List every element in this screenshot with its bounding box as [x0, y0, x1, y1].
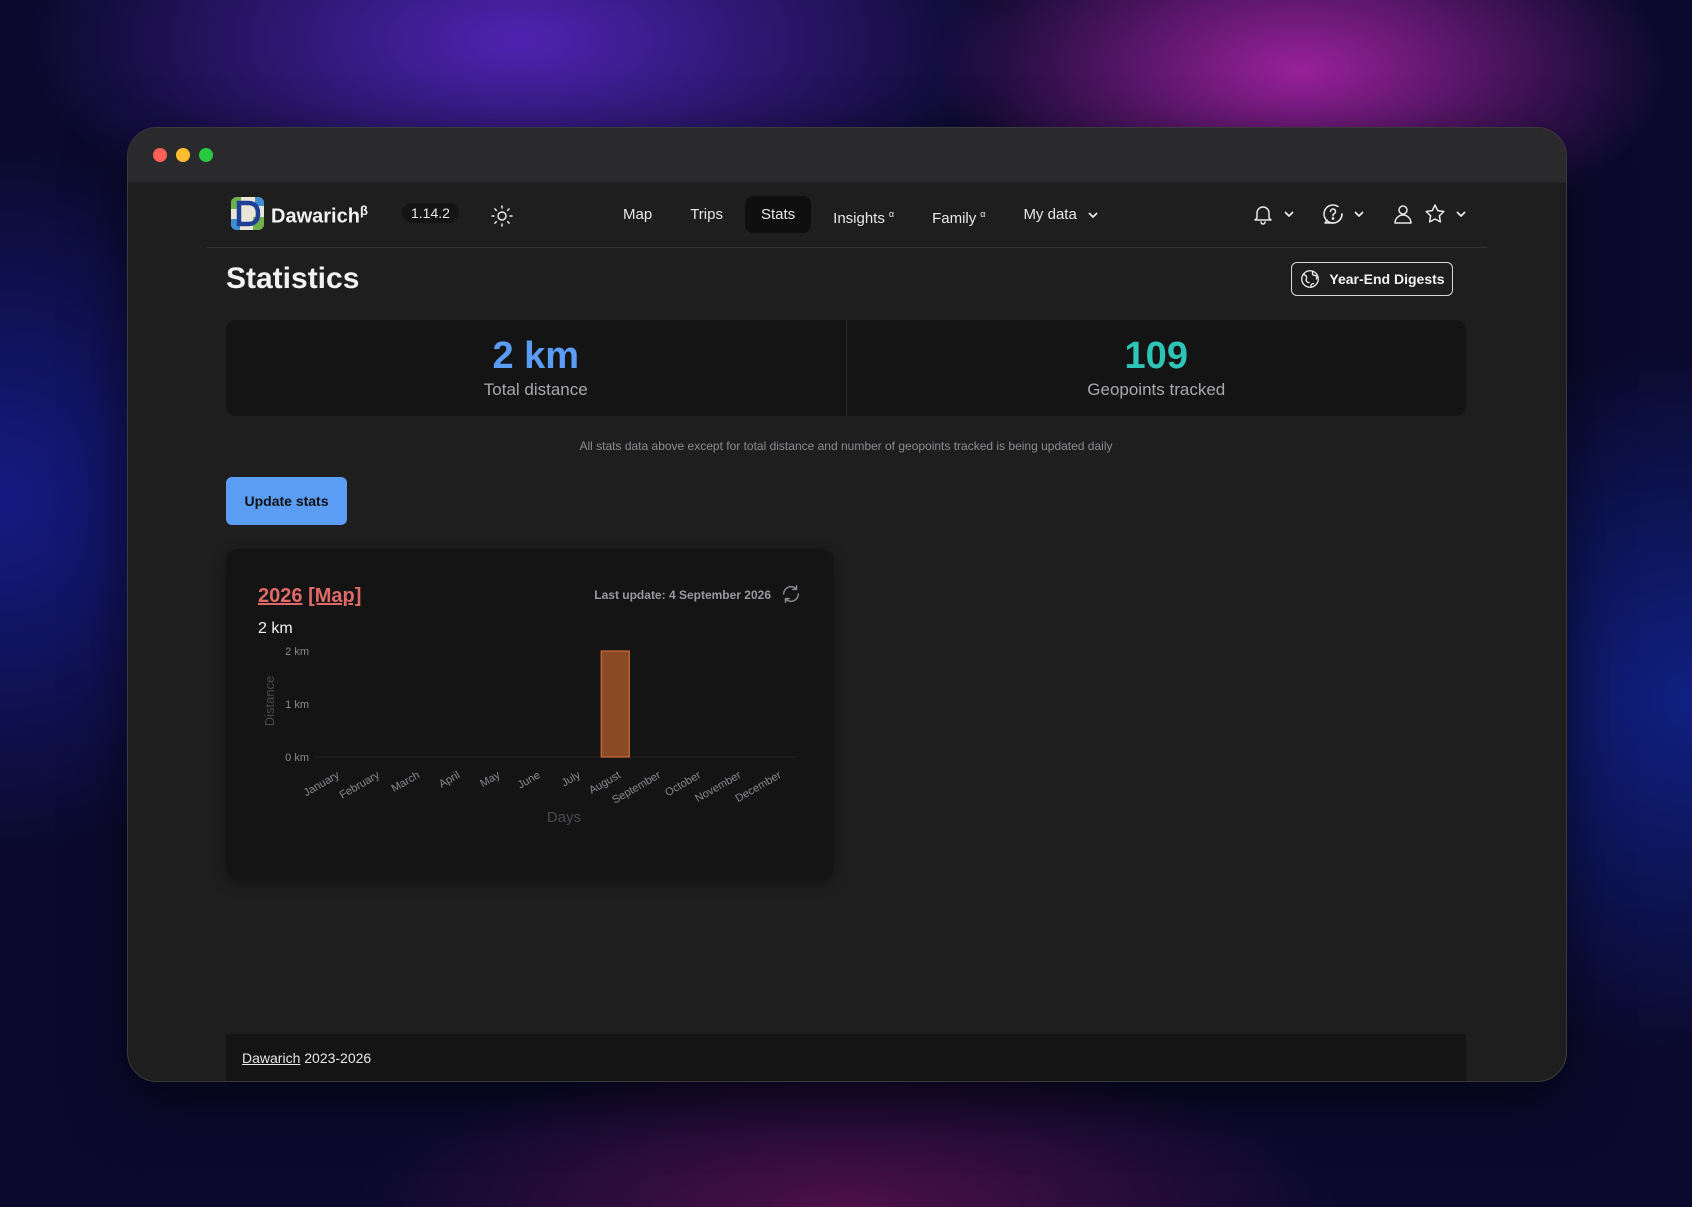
footer-dawarich-link[interactable]: Dawarich — [242, 1050, 300, 1066]
year-heading: 2026 [Map] — [258, 585, 361, 608]
x-tick-label: February — [338, 769, 383, 802]
globe-icon — [1301, 270, 1320, 288]
star-icon — [1425, 204, 1445, 223]
x-tick-label: March — [389, 769, 421, 795]
app-window: Dawarichβ 1.14.2 Map Trips Stats Insight… — [127, 127, 1567, 1082]
x-axis-label: Days — [547, 809, 581, 826]
main-nav: Map Trips Stats Insights α Family α My dat… — [607, 196, 1115, 233]
total-distance-value: 2 km — [492, 335, 580, 377]
total-distance-stat: 2 km Total distance — [226, 320, 846, 416]
nav-map[interactable]: Map — [607, 196, 668, 233]
nav-insights[interactable]: Insights α — [817, 196, 910, 233]
nav-family[interactable]: Family α — [916, 196, 1001, 233]
footer-text: Dawarich 2023-2026 — [242, 1050, 371, 1066]
nav-stats[interactable]: Stats — [744, 196, 812, 233]
x-tick-label: May — [478, 769, 502, 790]
footer-years: 2023-2026 — [304, 1050, 372, 1066]
x-tick-label: July — [560, 769, 583, 789]
minimize-window-button[interactable] — [176, 148, 190, 162]
top-navbar: Dawarichβ 1.14.2 Map Trips Stats Insight… — [207, 183, 1487, 248]
y-tick-label: 2 km — [285, 646, 309, 658]
x-tick-label: April — [437, 769, 462, 790]
geopoints-value: 109 — [1124, 335, 1188, 377]
stats-summary: 2 km Total distance 109 Geopoints tracke… — [226, 320, 1466, 416]
help-chat-icon — [1323, 204, 1343, 224]
nav-my-data[interactable]: My data — [1007, 196, 1115, 233]
geopoints-label: Geopoints tracked — [1087, 380, 1226, 399]
chevron-down-icon — [1456, 211, 1466, 217]
chart-bar[interactable] — [600, 650, 630, 758]
chevron-down-icon — [1284, 211, 1294, 217]
x-tick-label: June — [516, 769, 543, 791]
y-axis-label: Distance — [262, 676, 277, 727]
y-tick-label: 1 km — [285, 699, 309, 711]
monthly-distance-chart: Distance Days 0 km 1 km 2 km JanuaryFebruar… — [262, 646, 796, 826]
maximize-window-button[interactable] — [199, 148, 213, 162]
close-window-button[interactable] — [153, 148, 167, 162]
window-titlebar — [128, 128, 1566, 183]
update-stats-button[interactable]: Update stats — [226, 477, 347, 525]
user-menu[interactable] — [1391, 202, 1467, 226]
geopoints-stat: 109 Geopoints tracked — [845, 320, 1467, 416]
last-update-text: Last update: 4 September 2026 — [594, 588, 771, 602]
help-dropdown[interactable] — [1321, 202, 1365, 226]
x-tick-label: December — [733, 769, 783, 805]
chevron-down-icon — [1088, 212, 1098, 218]
brand-name[interactable]: Dawarichβ — [271, 203, 368, 229]
year-link[interactable]: 2026 — [258, 585, 303, 607]
page-content: Dawarichβ 1.14.2 Map Trips Stats Insight… — [128, 183, 1566, 1081]
year-map-link[interactable]: [Map] — [308, 585, 361, 607]
navbar-actions — [1225, 202, 1467, 226]
notifications-dropdown[interactable] — [1251, 202, 1295, 226]
year-total-distance: 2 km — [258, 620, 293, 637]
user-icon — [1394, 205, 1412, 224]
refresh-icon[interactable] — [780, 583, 802, 605]
nav-trips[interactable]: Trips — [674, 196, 739, 233]
bell-icon — [1254, 206, 1272, 225]
page-title: Statistics — [226, 262, 360, 295]
year-end-digests-button[interactable]: Year-End Digests — [1291, 262, 1453, 296]
x-tick-label: January — [302, 769, 342, 799]
version-badge: 1.14.2 — [402, 203, 459, 223]
total-distance-label: Total distance — [483, 380, 588, 399]
dawarich-logo[interactable] — [231, 197, 264, 230]
chevron-down-icon — [1354, 211, 1364, 217]
year-stats-card: 2026 [Map] Last update: 4 September 2026… — [226, 549, 834, 880]
sun-icon[interactable] — [490, 204, 514, 228]
footer: Dawarich 2023-2026 — [226, 1034, 1466, 1081]
stats-update-note: All stats data above except for total di… — [579, 439, 1113, 453]
y-tick-label: 0 km — [285, 752, 309, 764]
